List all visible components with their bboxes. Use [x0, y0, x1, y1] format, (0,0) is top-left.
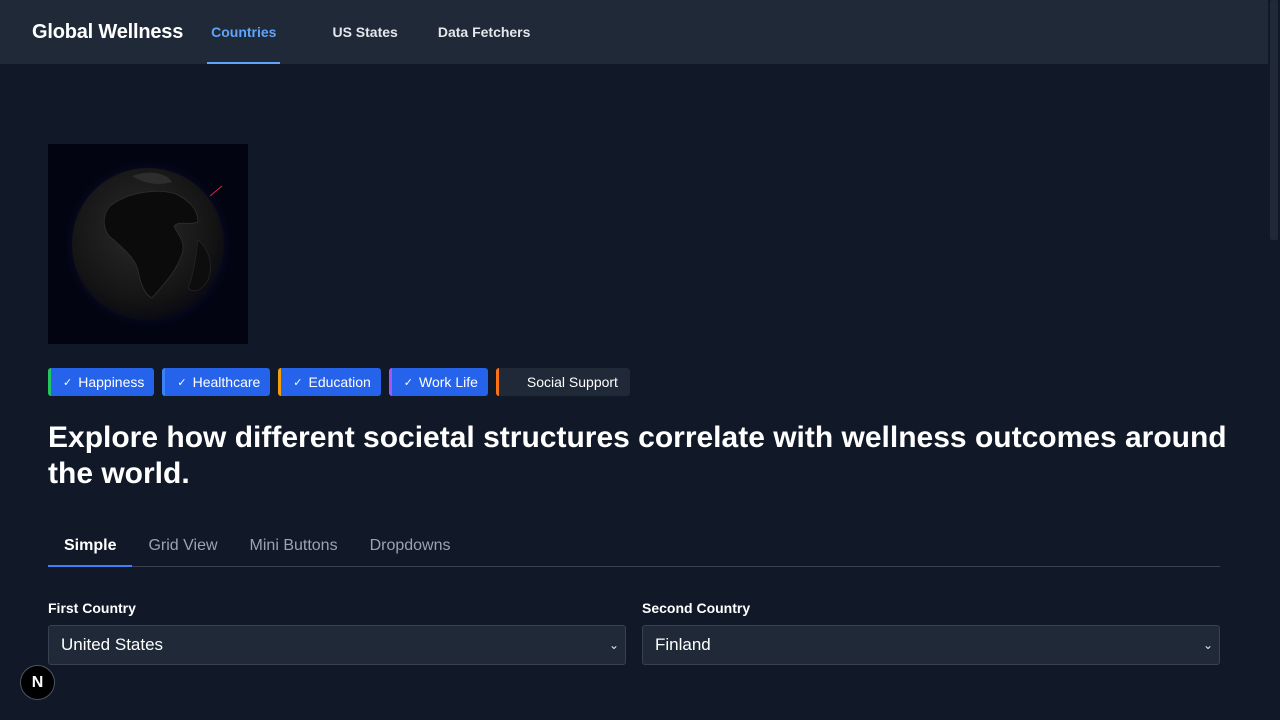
- check-icon: ✓: [403, 376, 414, 389]
- next-logo-icon: N: [31, 673, 44, 691]
- page-scrollbar[interactable]: [1268, 0, 1280, 720]
- first-country-label: First Country: [48, 600, 136, 616]
- globe-visualization[interactable]: [48, 144, 248, 344]
- metric-label: Happiness: [78, 374, 145, 390]
- first-country-value: United States: [61, 635, 164, 654]
- metric-label: Education: [308, 374, 371, 390]
- tab-dropdowns[interactable]: Dropdowns: [354, 526, 467, 566]
- second-country-select[interactable]: Finland ⌄: [642, 625, 1220, 665]
- check-icon: ✓: [293, 376, 303, 389]
- top-nav: Global Wellness Countries US States Data…: [0, 0, 1268, 64]
- view-tabs: Simple Grid View Mini Buttons Dropdowns: [48, 526, 1220, 567]
- tab-mini-buttons[interactable]: Mini Buttons: [234, 526, 354, 566]
- chevron-down-icon: ⌄: [608, 638, 619, 652]
- globe-icon: [62, 158, 234, 330]
- nav-countries[interactable]: Countries: [207, 0, 281, 64]
- metric-label: Work Life: [419, 374, 478, 390]
- metric-chip-work-life[interactable]: ✓ Work Life: [388, 368, 488, 396]
- metric-label: Social Support: [526, 374, 618, 390]
- tab-simple[interactable]: Simple: [48, 526, 133, 567]
- second-country-label: Second Country: [642, 600, 751, 616]
- metric-chip-healthcare[interactable]: ✓ Healthcare: [162, 368, 271, 396]
- metric-chip-social-support[interactable]: Social Support: [495, 368, 630, 396]
- metric-toggle-group: ✓ Happiness ✓ Healthcare ✓ Education ✓ W…: [48, 368, 630, 396]
- page-headline: Explore how different societal structure…: [48, 421, 1227, 490]
- metric-label: Healthcare: [192, 374, 261, 390]
- check-icon: ✓: [177, 376, 187, 389]
- nav-us-states[interactable]: US States: [312, 0, 417, 64]
- metric-chip-happiness[interactable]: ✓ Happiness: [48, 368, 155, 396]
- second-country-field: Second Country Finland ⌄: [642, 600, 1220, 665]
- second-country-value: Finland: [655, 635, 711, 654]
- scrollbar-thumb[interactable]: [1270, 0, 1278, 240]
- metric-chip-education[interactable]: ✓ Education: [278, 368, 381, 396]
- brand-title[interactable]: Global Wellness: [0, 0, 183, 64]
- tab-grid-view[interactable]: Grid View: [132, 526, 233, 566]
- nav-data-fetchers[interactable]: Data Fetchers: [418, 0, 551, 64]
- first-country-field: First Country United States ⌄: [48, 600, 626, 665]
- check-icon: ✓: [63, 376, 73, 389]
- first-country-select[interactable]: United States ⌄: [48, 625, 626, 665]
- chevron-down-icon: ⌄: [1202, 638, 1213, 652]
- dev-tools-badge[interactable]: N: [20, 665, 55, 700]
